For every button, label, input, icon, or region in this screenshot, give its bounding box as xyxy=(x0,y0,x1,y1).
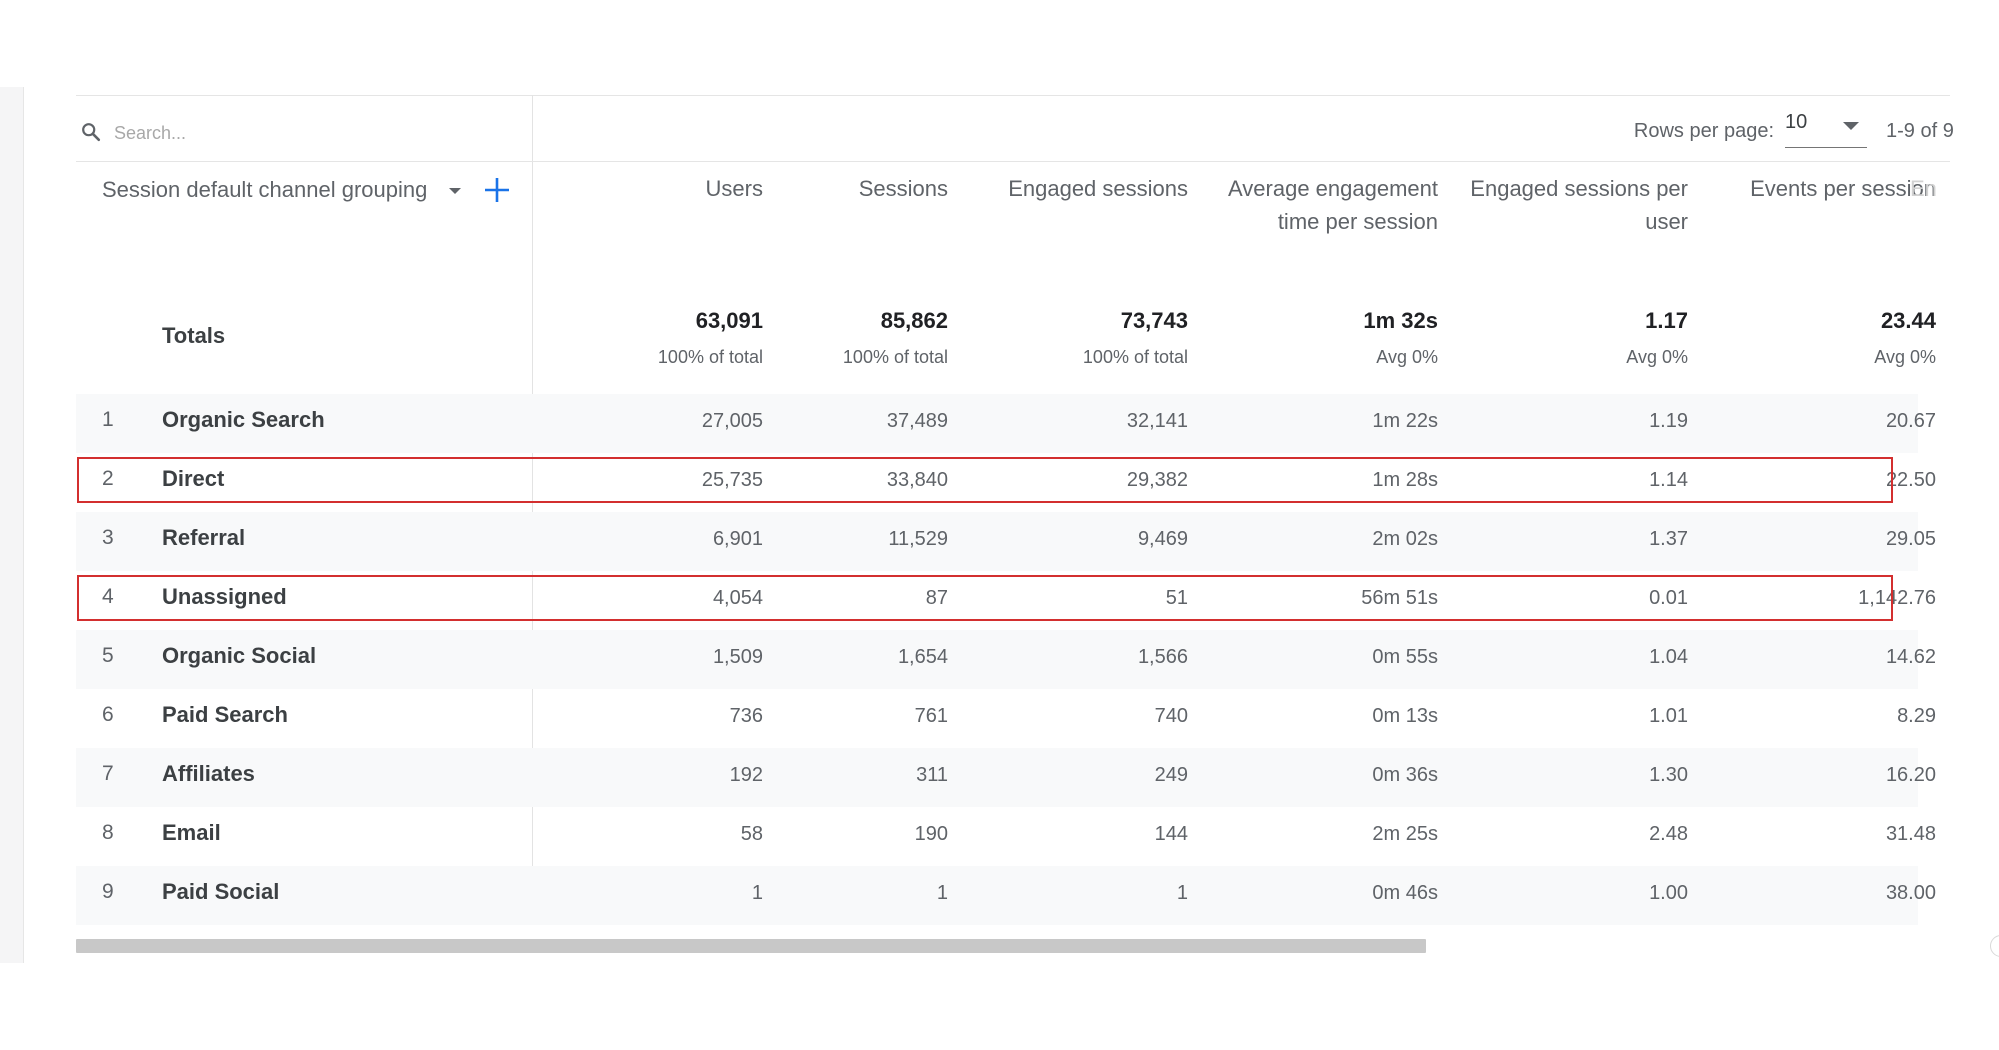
channel-name[interactable]: Affiliates xyxy=(162,761,255,787)
cell-events-per-session: 29.05 xyxy=(1885,528,1936,550)
search-icon xyxy=(82,123,101,142)
cell-users: 6,901 xyxy=(712,528,763,550)
table-row[interactable]: 6 Paid Search 736 761 740 0m 13s 1.01 8.… xyxy=(76,689,1936,748)
channel-name[interactable]: Paid Social xyxy=(162,879,279,905)
row-number: 3 xyxy=(102,526,114,549)
cell-events-per-session: 16.20 xyxy=(1885,764,1936,786)
search-input[interactable] xyxy=(114,119,414,147)
cell-engaged-sessions: 1,566 xyxy=(1137,646,1188,668)
table-row[interactable]: 1 Organic Search 27,005 37,489 32,141 1m… xyxy=(76,394,1936,453)
row-number: 4 xyxy=(102,585,114,608)
totals-label: Totals xyxy=(162,323,226,348)
row-number: 8 xyxy=(102,821,114,844)
cell-engaged-sessions: 249 xyxy=(1154,764,1188,786)
cell-average-engagement-time: 0m 55s xyxy=(1372,646,1438,668)
cell-users: 192 xyxy=(729,764,763,786)
column-header-events-per-session[interactable]: Events per session xyxy=(1646,172,1936,205)
channel-name[interactable]: Paid Search xyxy=(162,702,288,728)
table-top-border xyxy=(76,95,1950,96)
toolbar-divider xyxy=(76,161,1950,162)
cell-average-engagement-time: 1m 22s xyxy=(1372,410,1438,432)
channel-name[interactable]: Organic Search xyxy=(162,407,325,433)
cell-average-engagement-time: 0m 46s xyxy=(1372,882,1438,904)
cell-users: 25,735 xyxy=(701,469,763,491)
report-table-card: Rows per page: 10 1-9 of 9 Session defau… xyxy=(76,95,1954,965)
rows-per-page-value: 10 xyxy=(1785,111,1808,133)
cell-average-engagement-time: 2m 25s xyxy=(1372,823,1438,845)
cell-events-per-session: 20.67 xyxy=(1885,410,1936,432)
total-users-subtext: 100% of total xyxy=(657,347,763,367)
plus-icon[interactable] xyxy=(482,175,512,205)
row-number: 7 xyxy=(102,762,114,785)
channel-name[interactable]: Email xyxy=(162,820,221,846)
dimension-dropdown-caret-icon[interactable] xyxy=(449,188,461,194)
row-number: 6 xyxy=(102,703,114,726)
table-row[interactable]: 5 Organic Social 1,509 1,654 1,566 0m 55… xyxy=(76,630,1936,689)
cell-engaged-sessions: 9,469 xyxy=(1137,528,1188,550)
cell-engaged-sessions: 144 xyxy=(1154,823,1188,845)
column-header-engaged-sessions[interactable]: Engaged sessions xyxy=(912,172,1188,205)
cell-engaged-sessions: 740 xyxy=(1154,705,1188,727)
horizontal-scrollbar[interactable] xyxy=(76,939,1426,953)
cell-users: 736 xyxy=(729,705,763,727)
total-average-engagement-time-subtext: Avg 0% xyxy=(1376,347,1438,367)
cell-users: 1,509 xyxy=(712,646,763,668)
table-row[interactable]: 2 Direct 25,735 33,840 29,382 1m 28s 1.1… xyxy=(76,453,1936,512)
channel-name[interactable]: Direct xyxy=(162,466,224,492)
column-header-average-engagement-time[interactable]: Average engagement time per session xyxy=(1216,172,1438,238)
table-row[interactable]: 8 Email 58 190 144 2m 25s 2.48 31.48 xyxy=(76,807,1936,866)
cell-average-engagement-time: 0m 13s xyxy=(1372,705,1438,727)
cell-events-per-session: 14.62 xyxy=(1885,646,1936,668)
cell-engaged-sessions: 29,382 xyxy=(1126,469,1188,491)
pagination-range: 1-9 of 9 xyxy=(1886,120,1954,142)
total-events-per-session-subtext: Avg 0% xyxy=(1874,347,1936,367)
table-row[interactable]: 3 Referral 6,901 11,529 9,469 2m 02s 1.3… xyxy=(76,512,1936,571)
cell-events-per-session: 8.29 xyxy=(1897,705,1936,727)
table-row[interactable]: 7 Affiliates 192 311 249 0m 36s 1.30 16.… xyxy=(76,748,1936,807)
table-row[interactable]: 9 Paid Social 1 1 1 0m 46s 1.00 38.00 xyxy=(76,866,1936,925)
cell-engaged-sessions: 32,141 xyxy=(1126,410,1188,432)
channel-name[interactable]: Organic Social xyxy=(162,643,316,669)
corner-button[interactable] xyxy=(1990,935,1999,957)
cell-engaged-sessions: 1 xyxy=(1176,882,1188,904)
cell-events-per-session: 38.00 xyxy=(1885,882,1936,904)
row-number: 1 xyxy=(102,408,114,431)
total-average-engagement-time: 1m 32s xyxy=(1363,308,1438,333)
cell-users: 27,005 xyxy=(701,410,763,432)
cell-events-per-session: 22.50 xyxy=(1885,469,1936,491)
cell-events-per-session: 31.48 xyxy=(1885,823,1936,845)
cell-events-per-session: 1,142.76 xyxy=(1858,587,1936,609)
dimension-header[interactable]: Session default channel grouping xyxy=(102,175,427,205)
rows-per-page-select[interactable]: 10 xyxy=(1785,109,1867,148)
page-left-edge xyxy=(0,87,24,963)
rows-per-page-label: Rows per page: xyxy=(1633,120,1774,142)
cell-users: 1 xyxy=(751,882,763,904)
column-header-users[interactable]: Users xyxy=(563,172,763,205)
cell-average-engagement-time: 1m 28s xyxy=(1372,469,1438,491)
total-events-per-session: 23.44 xyxy=(1880,308,1936,333)
cell-engaged-sessions: 51 xyxy=(1165,587,1188,609)
cell-average-engagement-time: 0m 36s xyxy=(1372,764,1438,786)
table-row[interactable]: 4 Unassigned 4,054 87 51 56m 51s 0.01 1,… xyxy=(76,571,1936,630)
channel-name[interactable]: Referral xyxy=(162,525,245,551)
cell-users: 4,054 xyxy=(712,587,763,609)
row-number: 5 xyxy=(102,644,114,667)
total-engaged-sessions-subtext: 100% of total xyxy=(1082,347,1188,367)
column-header-cut-off[interactable]: En xyxy=(1910,172,1950,205)
row-number: 9 xyxy=(102,880,114,903)
row-number: 2 xyxy=(102,467,114,490)
cell-average-engagement-time: 2m 02s xyxy=(1372,528,1438,550)
total-engaged-sessions: 73,743 xyxy=(1120,308,1188,333)
cell-users: 58 xyxy=(740,823,763,845)
cell-average-engagement-time: 56m 51s xyxy=(1361,587,1438,609)
channel-name[interactable]: Unassigned xyxy=(162,584,287,610)
caret-down-icon xyxy=(1843,122,1859,130)
total-users: 63,091 xyxy=(695,308,763,333)
